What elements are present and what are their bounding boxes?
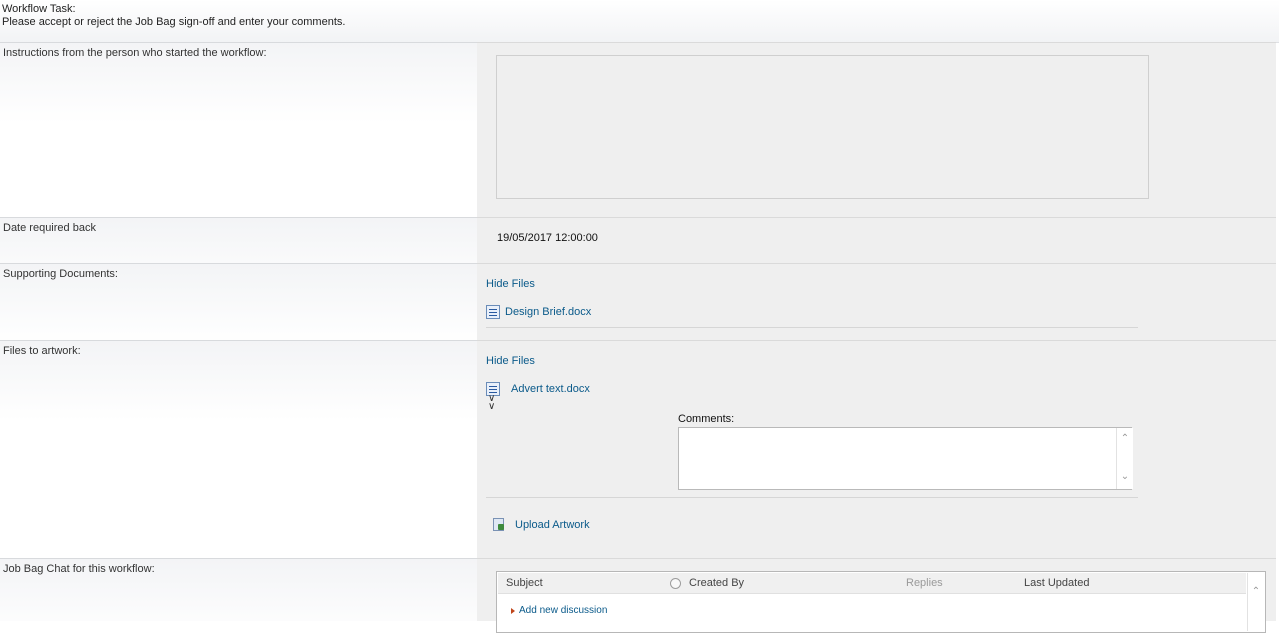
- upload-icon: [493, 518, 505, 531]
- supporting-value-cell: Hide Files Design Brief.docx: [477, 263, 1276, 340]
- supporting-file-item[interactable]: Design Brief.docx: [486, 305, 591, 319]
- comments-textarea[interactable]: [678, 427, 1132, 490]
- upload-artwork-link[interactable]: Upload Artwork: [515, 519, 590, 531]
- comments-scrollbar[interactable]: ⌃ ⌄: [1116, 428, 1133, 489]
- column-header-subject[interactable]: Subject: [506, 577, 543, 589]
- scroll-down-icon[interactable]: ⌄: [1120, 472, 1130, 482]
- date-label-cell: Date required back: [0, 217, 477, 263]
- discussion-grid-header: Subject Created By Replies Last Updated: [498, 573, 1246, 594]
- column-header-replies[interactable]: Replies: [906, 577, 943, 589]
- artwork-file-item[interactable]: Advert text.docx: [486, 382, 590, 396]
- instructions-value-cell: [477, 42, 1276, 217]
- word-document-icon: [486, 305, 500, 319]
- instructions-label: Instructions from the person who started…: [3, 47, 267, 59]
- add-new-discussion-link[interactable]: Add new discussion: [519, 605, 607, 616]
- workflow-task-subtitle: Please accept or reject the Job Bag sign…: [2, 16, 346, 28]
- artwork-label-cell: Files to artwork:: [0, 340, 477, 558]
- arrow-right-icon: [511, 607, 515, 614]
- upload-artwork-item[interactable]: Upload Artwork: [493, 518, 590, 531]
- instructions-label-cell: Instructions from the person who started…: [0, 42, 477, 217]
- files-to-artwork-row: Files to artwork: Hide Files Advert text…: [0, 340, 1279, 558]
- advert-text-file-link[interactable]: Advert text.docx: [511, 383, 590, 395]
- chat-label-cell: Job Bag Chat for this workflow:: [0, 558, 477, 621]
- artwork-value-cell: Hide Files Advert text.docx ∨ ∨ Comments:…: [477, 340, 1276, 558]
- date-label: Date required back: [3, 222, 96, 234]
- divider: [486, 327, 1138, 328]
- add-new-discussion[interactable]: Add new discussion: [511, 605, 607, 616]
- supporting-documents-label: Supporting Documents:: [3, 268, 118, 280]
- job-bag-chat-row: Job Bag Chat for this workflow: Subject …: [0, 558, 1279, 633]
- chat-value-cell: Subject Created By Replies Last Updated …: [477, 558, 1276, 633]
- column-header-last-updated[interactable]: Last Updated: [1024, 577, 1089, 589]
- artwork-hide-files-link[interactable]: Hide Files: [486, 355, 535, 367]
- scroll-up-icon[interactable]: ⌃: [1120, 434, 1130, 444]
- date-row: Date required back 19/05/2017 12:00:00: [0, 217, 1279, 263]
- instructions-row: Instructions from the person who started…: [0, 42, 1279, 217]
- supporting-hide-files-link[interactable]: Hide Files: [486, 278, 535, 290]
- scroll-up-icon[interactable]: ⌃: [1251, 587, 1261, 597]
- discussion-grid: Subject Created By Replies Last Updated …: [496, 571, 1266, 633]
- divider: [486, 497, 1138, 498]
- double-chevron-down-icon[interactable]: ∨ ∨: [488, 394, 495, 412]
- instructions-box: [496, 55, 1149, 199]
- supporting-label-cell: Supporting Documents:: [0, 263, 477, 340]
- column-header-created-by[interactable]: Created By: [689, 577, 744, 589]
- design-brief-file-link[interactable]: Design Brief.docx: [505, 306, 591, 318]
- workflow-task-title: Workflow Task:: [2, 3, 76, 15]
- date-required-value: 19/05/2017 12:00:00: [497, 232, 598, 244]
- workflow-header: Workflow Task: Please accept or reject t…: [0, 0, 1279, 43]
- comments-label: Comments:: [678, 413, 735, 425]
- job-bag-chat-label: Job Bag Chat for this workflow:: [3, 563, 155, 575]
- grid-scrollbar[interactable]: ⌃: [1247, 573, 1264, 631]
- date-value-cell: 19/05/2017 12:00:00: [477, 217, 1276, 263]
- files-to-artwork-label: Files to artwork:: [3, 345, 81, 357]
- radio-icon[interactable]: [670, 578, 681, 589]
- supporting-documents-row: Supporting Documents: Hide Files Design …: [0, 263, 1279, 340]
